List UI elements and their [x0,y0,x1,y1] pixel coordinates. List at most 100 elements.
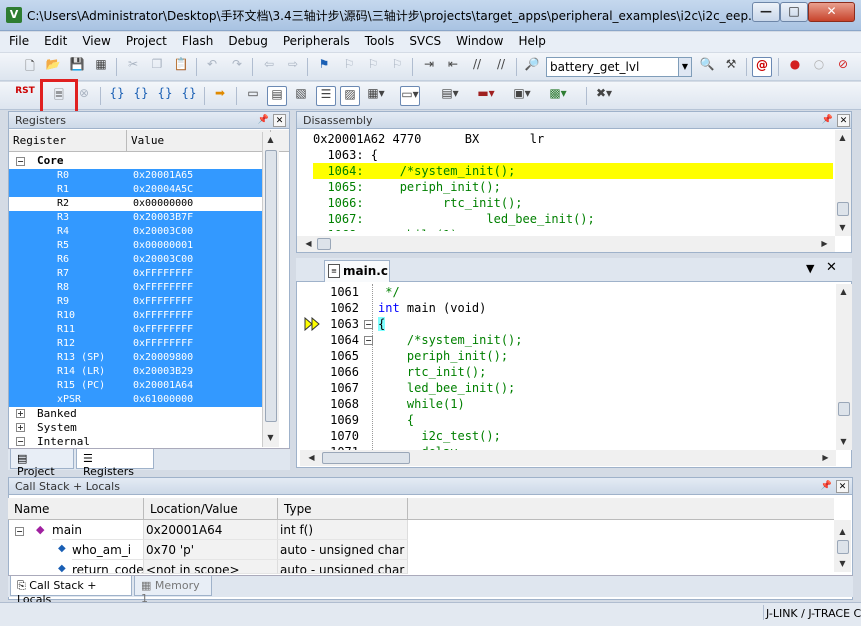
unindent-icon[interactable]: ⇤ [443,57,463,77]
trace-window-icon[interactable]: ▣▾ [512,86,532,106]
register-value[interactable]: 0xFFFFFFFF [133,323,193,337]
run-to-cursor-icon[interactable]: {} [179,86,199,106]
step-over-icon[interactable]: {} [131,86,151,106]
callstack-location[interactable]: 0x70 'p' [144,540,278,560]
disassembly-line[interactable]: 0x20001A62 4770 BX lr [313,131,544,147]
register-row[interactable]: R14 (LR) 0x20003B29 [9,365,271,379]
breakpoint-icon[interactable]: ● [785,57,805,77]
copy-icon[interactable]: ❐ [147,57,167,77]
call-stack-window-icon[interactable]: ▨ [340,86,360,106]
group-core[interactable]: Core [37,154,64,167]
group-internal[interactable]: Internal [37,435,90,445]
register-value[interactable]: 0xFFFFFFFF [133,295,193,309]
menu-window[interactable]: Window [450,32,509,50]
find-in-files-icon[interactable]: 🔎 [522,57,542,77]
group-system[interactable]: System [37,421,77,434]
register-value[interactable]: 0xFFFFFFFF [133,309,193,323]
register-row[interactable]: R11 0xFFFFFFFF [9,323,271,337]
close-icon[interactable]: ✕ [836,480,849,493]
editor-vscroll[interactable]: ▲ ▼ [836,284,852,450]
scroll-down-icon[interactable]: ▼ [835,220,850,235]
code-line[interactable]: int main (void) [378,300,486,316]
code-line[interactable]: rtc_init(); [378,364,486,380]
register-row[interactable]: R2 0x00000000 [9,197,271,211]
collapse-icon[interactable]: − [16,437,25,446]
collapse-icon[interactable]: − [16,157,25,166]
expand-icon[interactable]: + [16,409,25,418]
tab-registers[interactable]: ☰ Registers [76,449,154,478]
uncomment-icon[interactable]: // [491,57,511,77]
callstack-location[interactable]: <not in scope> [144,560,278,574]
register-row[interactable]: R7 0xFFFFFFFF [9,267,271,281]
scroll-up-icon[interactable]: ▲ [835,524,850,539]
breakpoint-disable-icon[interactable]: ○ [809,57,829,77]
code-line[interactable]: */ [378,284,399,300]
register-row[interactable]: R6 0x20003C00 [9,253,271,267]
register-row[interactable]: R8 0xFFFFFFFF [9,281,271,295]
save-all-icon[interactable]: ▦ [91,57,111,77]
register-value[interactable]: 0x20001A65 [133,169,193,183]
symbols-window-icon[interactable]: ▧ [291,86,311,106]
code-line[interactable]: { [378,316,386,332]
bookmark-prev-icon[interactable]: ⚐ [339,57,359,77]
scroll-up-icon[interactable]: ▲ [263,132,278,147]
editor-hscroll[interactable]: ◀ ▶ [300,450,836,466]
scroll-down-icon[interactable]: ▼ [836,434,851,449]
analysis-window-icon[interactable]: ▬▾ [476,86,496,106]
code-line[interactable]: led_bee_init(); [378,380,515,396]
disassembly-line[interactable]: 1065: periph_init(); [313,179,500,195]
callstack-name[interactable]: return_code [72,560,144,574]
register-row[interactable]: R13 (SP) 0x20009800 [9,351,271,365]
scroll-thumb[interactable] [837,202,849,216]
pin-icon[interactable]: 📌 [257,114,270,127]
register-row[interactable]: xPSR 0x61000000 [9,393,271,407]
callstack-type[interactable]: auto - unsigned char [278,560,408,574]
debug-session-icon[interactable]: @ [752,57,772,77]
chevron-down-icon[interactable]: ▼ [678,58,691,76]
command-window-icon[interactable]: ▭ [243,86,263,106]
scroll-thumb[interactable] [837,540,849,554]
code-line[interactable]: { [378,412,414,428]
register-row[interactable]: R1 0x20004A5C [9,183,271,197]
callstack-vscroll[interactable]: ▲ ▼ [834,520,851,572]
col-location[interactable]: Location/Value [144,498,278,519]
register-value[interactable]: 0x20003C00 [133,225,193,239]
menu-peripherals[interactable]: Peripherals [277,32,356,50]
register-row[interactable]: R12 0xFFFFFFFF [9,337,271,351]
undo-icon[interactable]: ↶ [202,57,222,77]
scroll-left-icon[interactable]: ◀ [301,236,316,251]
scroll-thumb[interactable] [265,150,277,422]
register-row[interactable]: R3 0x20003B7F [9,211,271,225]
callstack-type[interactable]: auto - unsigned char [278,540,408,560]
fold-icon[interactable]: − [364,320,373,329]
code-line[interactable]: periph_init(); [378,348,508,364]
register-row[interactable]: R0 0x20001A65 [9,169,271,183]
code-line[interactable]: /*system_init(); [378,332,523,348]
menu-help[interactable]: Help [512,32,551,50]
cut-icon[interactable]: ✂ [123,57,143,77]
scroll-up-icon[interactable]: ▲ [835,130,850,145]
col-register[interactable]: Register [9,130,127,151]
bookmark-clear-icon[interactable]: ⚐ [387,57,407,77]
toolbox-icon[interactable]: ✖▾ [594,86,614,106]
register-row[interactable]: R4 0x20003C00 [9,225,271,239]
pin-icon[interactable]: 📌 [821,114,834,127]
register-row[interactable]: R15 (PC) 0x20001A64 [9,379,271,393]
pin-icon[interactable]: 📌 [820,480,833,493]
disassembly-line[interactable]: 1068: while(1) [313,227,457,231]
save-icon[interactable]: 💾 [67,57,87,77]
col-name[interactable]: Name [8,498,144,519]
breakpoint-clear-icon[interactable]: ⊘ [833,57,853,77]
callstack-location[interactable]: 0x20001A64 [144,520,278,540]
step-out-icon[interactable]: {} [155,86,175,106]
close-icon[interactable]: ✕ [837,114,850,127]
scroll-left-icon[interactable]: ◀ [304,450,319,465]
register-value[interactable]: 0x20003C00 [133,253,193,267]
indent-icon[interactable]: ⇥ [419,57,439,77]
system-viewer-icon[interactable]: ▩▾ [548,86,568,106]
scroll-right-icon[interactable]: ▶ [818,450,833,465]
maximize-button[interactable]: □ [780,2,808,22]
fold-icon[interactable]: − [364,336,373,345]
menu-view[interactable]: View [76,32,116,50]
register-value[interactable]: 0x20009800 [133,351,193,365]
